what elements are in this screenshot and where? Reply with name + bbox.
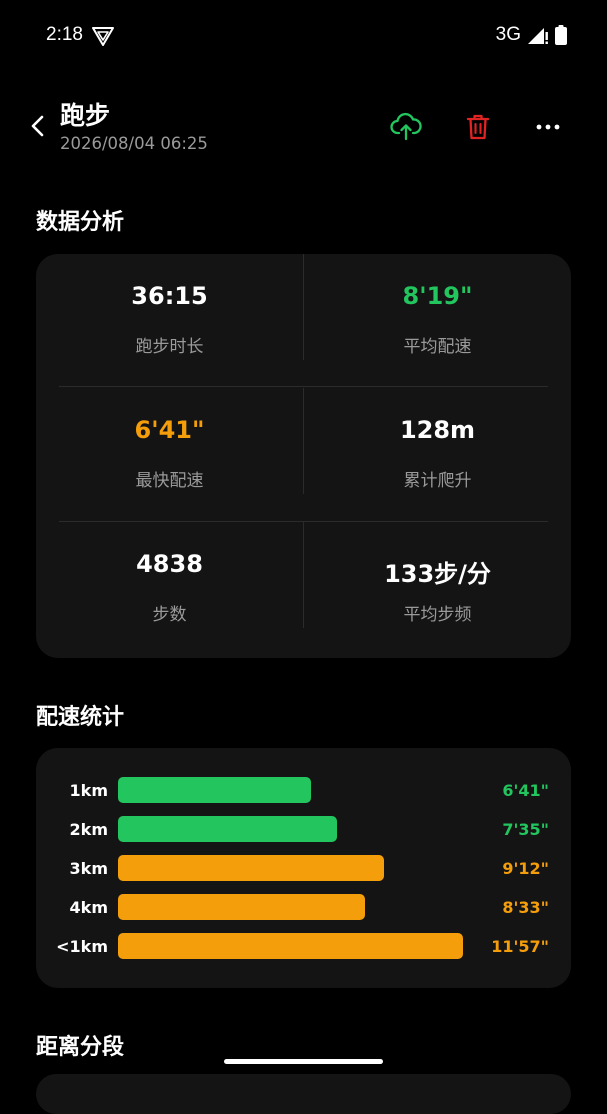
more-horizontal-icon <box>536 124 560 130</box>
stat-label: 平均配速 <box>403 337 472 357</box>
stat-steps: 4838 步数 <box>36 522 303 656</box>
analysis-section-title: 数据分析 <box>36 210 125 235</box>
pace-bar <box>118 894 365 920</box>
pace-card: 1km 6'41" 2km 7'35" 3km 9'12" 4km 8'33" … <box>36 748 571 988</box>
more-button[interactable] <box>531 110 565 144</box>
pace-value: 9'12" <box>502 859 549 878</box>
pace-bar <box>118 816 337 842</box>
pace-bar <box>118 855 384 881</box>
stat-value: 133步/分 <box>384 560 491 588</box>
stat-elevation-gain: 128m 累计爬升 <box>304 388 571 522</box>
cloud-upload-icon <box>390 112 422 141</box>
pace-value: 11'57" <box>491 937 549 956</box>
delete-button[interactable] <box>461 110 495 144</box>
status-time: 2:18 <box>46 24 83 45</box>
stat-avg-pace: 8'19" 平均配速 <box>304 254 571 388</box>
distance-card <box>36 1074 571 1114</box>
stat-fastest-pace: 6'41" 最快配速 <box>36 388 303 522</box>
stat-value: 128m <box>399 416 476 444</box>
pace-km-label: 2km <box>69 820 108 839</box>
network-type: 3G <box>495 24 521 45</box>
page-subtitle: 2026/08/04 06:25 <box>60 134 208 153</box>
distance-section-title: 距离分段 <box>36 1035 125 1060</box>
trash-icon <box>466 114 490 140</box>
pace-km-label: 1km <box>69 781 108 800</box>
stat-value: 36:15 <box>131 282 208 310</box>
stat-value: 4838 <box>136 550 203 578</box>
page-title: 跑步 <box>60 101 111 130</box>
pace-row: 2km 7'35" <box>36 816 571 844</box>
battery-icon <box>555 25 567 45</box>
pace-row: 3km 9'12" <box>36 855 571 883</box>
status-bar: 2:18 3G <box>0 0 607 72</box>
pace-km-label: <1km <box>56 937 108 956</box>
stat-label: 平均步频 <box>403 605 472 625</box>
status-right: 3G <box>496 24 567 46</box>
signal-icon <box>528 28 548 44</box>
pace-row: 1km 6'41" <box>36 777 571 805</box>
stat-duration: 36:15 跑步时长 <box>36 254 303 388</box>
pace-bar <box>118 933 463 959</box>
stat-value: 8'19" <box>402 282 473 310</box>
pace-value: 7'35" <box>502 820 549 839</box>
stat-label: 跑步时长 <box>135 337 204 357</box>
pace-bar <box>118 777 311 803</box>
header: 跑步 2026/08/04 06:25 <box>0 88 607 168</box>
stats-card: 36:15 跑步时长 8'19" 平均配速 6'41" 最快配速 128m 累计… <box>36 254 571 658</box>
pace-value: 6'41" <box>502 781 549 800</box>
pace-value: 8'33" <box>502 898 549 917</box>
stat-label: 步数 <box>152 605 187 625</box>
home-indicator[interactable] <box>224 1059 383 1064</box>
upload-button[interactable] <box>389 110 423 144</box>
pace-km-label: 3km <box>69 859 108 878</box>
vpn-shield-icon <box>92 27 114 46</box>
pace-row: 4km 8'33" <box>36 894 571 922</box>
pace-km-label: 4km <box>69 898 108 917</box>
stat-cadence: 133步/分 平均步频 <box>304 522 571 656</box>
pace-section-title: 配速统计 <box>36 705 125 730</box>
back-icon[interactable] <box>26 112 50 140</box>
stat-label: 最快配速 <box>135 471 204 491</box>
stat-label: 累计爬升 <box>403 471 472 491</box>
stat-value: 6'41" <box>134 416 205 444</box>
pace-row: <1km 11'57" <box>36 933 571 961</box>
